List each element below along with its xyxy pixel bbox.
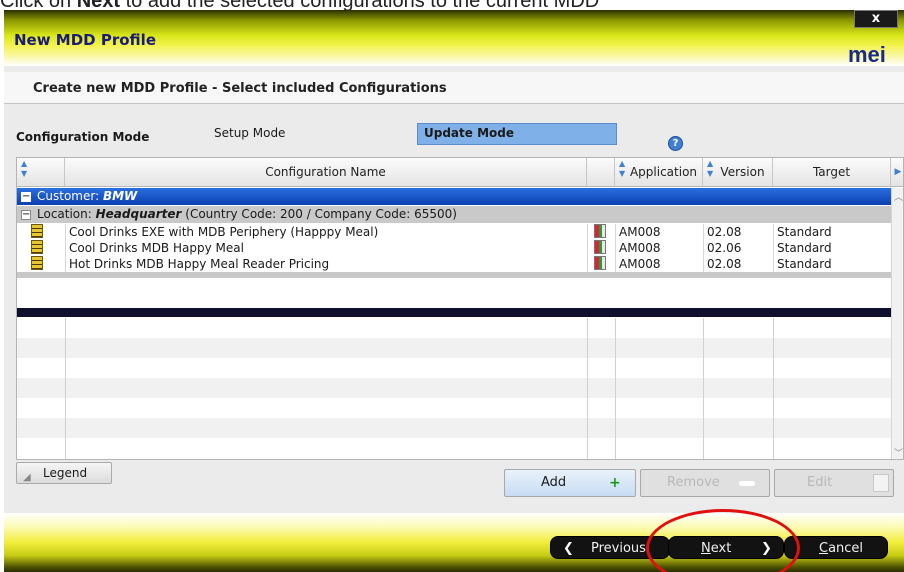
chevron-left-icon: ❮ bbox=[563, 541, 574, 556]
header-app-icon-column bbox=[587, 158, 615, 186]
configuration-mode-label: Configuration Mode bbox=[16, 130, 150, 144]
application-icon bbox=[594, 256, 606, 270]
help-icon[interactable]: ? bbox=[668, 136, 683, 151]
table-row[interactable]: Cool Drinks EXE with MDB Periphery (Happ… bbox=[17, 224, 891, 240]
chevron-right-icon: ❯ bbox=[761, 541, 772, 556]
group-separator bbox=[17, 308, 891, 317]
version-cell: 02.08 bbox=[707, 225, 742, 239]
configurations-grid: ▲ ▼ Configuration Name ▲ ▼ Application ▲ ▼ Ve… bbox=[16, 157, 904, 460]
title-bar: New MDD Profile x mei bbox=[4, 10, 904, 67]
table-row[interactable]: Cool Drinks MDB Happy Meal AM008 02.06 S… bbox=[17, 240, 891, 256]
update-mode-option[interactable]: Update Mode bbox=[417, 123, 617, 145]
group-footer-bar bbox=[17, 272, 891, 278]
sort-icon: ▲ ▼ bbox=[21, 159, 28, 178]
remove-button[interactable]: Remove bbox=[640, 469, 770, 497]
vertical-scrollbar[interactable]: ︿ ﹀ bbox=[891, 188, 903, 459]
target-cell: Standard bbox=[777, 225, 832, 239]
application-cell: AM008 bbox=[619, 225, 661, 239]
collapse-icon[interactable]: − bbox=[21, 209, 31, 220]
configuration-icon bbox=[31, 240, 43, 254]
close-button[interactable]: x bbox=[854, 10, 898, 28]
version-cell: 02.08 bbox=[707, 257, 742, 271]
scroll-down-icon[interactable]: ﹀ bbox=[894, 446, 903, 459]
edit-button[interactable]: Edit bbox=[774, 469, 894, 497]
grid-header: ▲ ▼ Configuration Name ▲ ▼ Application ▲ ▼ Ve… bbox=[17, 158, 903, 187]
application-cell: AM008 bbox=[619, 241, 661, 255]
application-cell: AM008 bbox=[619, 257, 661, 271]
customer-group-row[interactable]: − Customer: BMW bbox=[17, 188, 891, 205]
scroll-up-icon[interactable]: ︿ bbox=[894, 190, 903, 203]
edit-icon bbox=[873, 474, 889, 492]
minus-icon bbox=[739, 481, 755, 486]
application-icon bbox=[594, 240, 606, 254]
scroll-right-icon[interactable]: ▶ bbox=[891, 158, 903, 186]
setup-mode-option[interactable]: Setup Mode bbox=[214, 126, 285, 140]
previous-button[interactable]: ❮ Previous bbox=[550, 536, 670, 559]
brand-logo: mei bbox=[848, 42, 886, 67]
instruction-caption: Click on Next to add the selected config… bbox=[0, 0, 904, 10]
window-title: New MDD Profile bbox=[14, 31, 156, 49]
header-configuration-name[interactable]: Configuration Name bbox=[65, 158, 587, 186]
header-icon-column[interactable]: ▲ ▼ bbox=[17, 158, 65, 186]
table-row[interactable]: Hot Drinks MDB Happy Meal Reader Pricing… bbox=[17, 256, 891, 272]
target-cell: Standard bbox=[777, 241, 832, 255]
sort-icon: ▲ ▼ bbox=[707, 159, 714, 178]
configuration-icon bbox=[31, 256, 43, 270]
cancel-button[interactable]: Cancel bbox=[784, 536, 888, 559]
header-target[interactable]: Target bbox=[773, 158, 891, 186]
sort-icon: ▲ ▼ bbox=[619, 159, 626, 178]
page-title: Create new MDD Profile - Select included… bbox=[33, 81, 447, 96]
legend-toggle-icon: ◢ bbox=[23, 472, 31, 483]
legend-button[interactable]: ◢ Legend bbox=[16, 462, 112, 484]
configuration-icon bbox=[31, 224, 43, 238]
dialog-window: New MDD Profile x mei Create new MDD Pro… bbox=[4, 10, 904, 572]
location-group-row[interactable]: − Location: Headquarter (Country Code: 20… bbox=[17, 206, 891, 223]
configuration-name: Cool Drinks MDB Happy Meal bbox=[69, 241, 244, 255]
plus-icon: + bbox=[609, 475, 621, 491]
version-cell: 02.06 bbox=[707, 241, 742, 255]
next-button[interactable]: Next ❯ bbox=[668, 536, 784, 559]
header-application[interactable]: ▲ ▼ Application bbox=[615, 158, 703, 186]
add-button[interactable]: Add + bbox=[504, 469, 636, 497]
configuration-name: Cool Drinks EXE with MDB Periphery (Happ… bbox=[69, 225, 379, 239]
configuration-name: Hot Drinks MDB Happy Meal Reader Pricing bbox=[69, 257, 330, 271]
caption-keyword: Next bbox=[77, 0, 120, 10]
page-header: Create new MDD Profile - Select included… bbox=[4, 72, 904, 104]
application-icon bbox=[594, 224, 606, 238]
collapse-icon[interactable]: − bbox=[21, 191, 31, 202]
target-cell: Standard bbox=[777, 257, 832, 271]
header-version[interactable]: ▲ ▼ Version bbox=[703, 158, 773, 186]
